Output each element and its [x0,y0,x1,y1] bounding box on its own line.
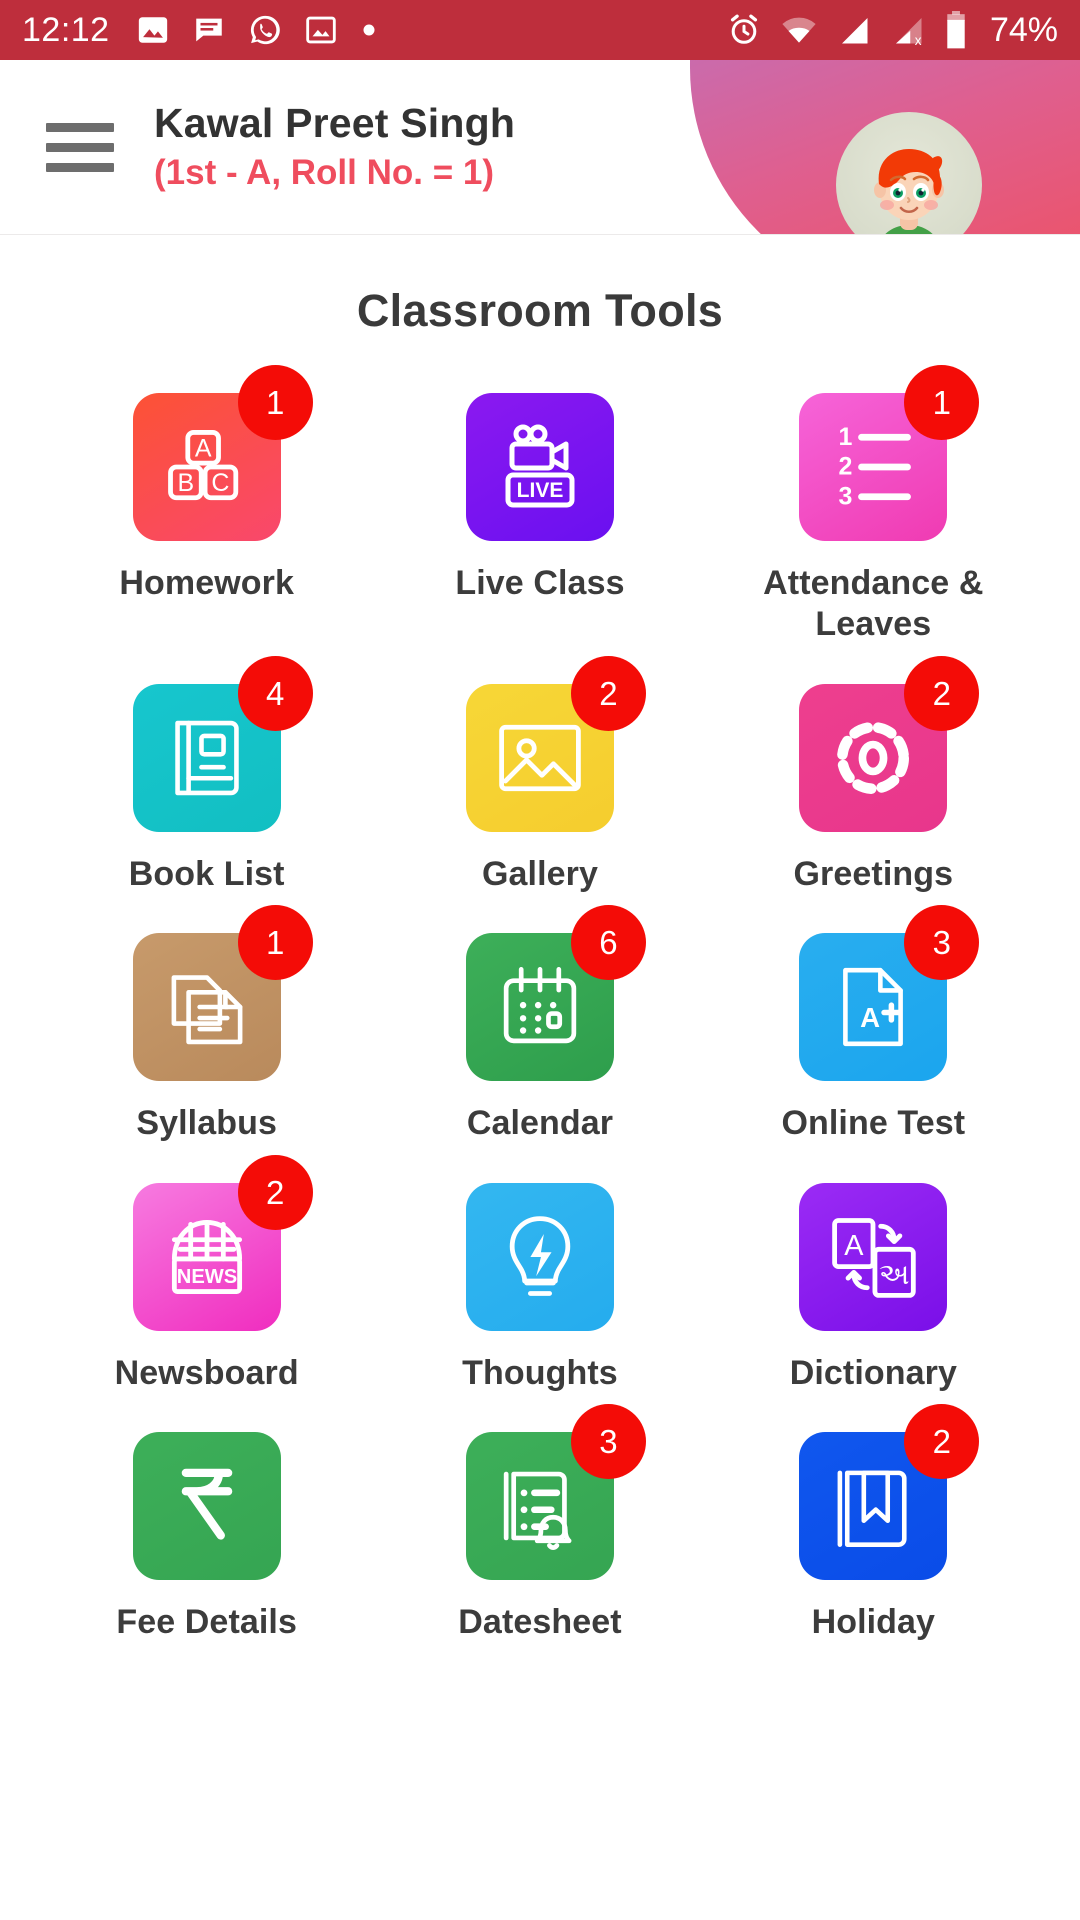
tool-label: Holiday [811,1603,936,1642]
whatsapp-icon [248,13,282,47]
notification-badge: 6 [570,905,646,981]
tool-tile-greetings[interactable]: 2 Greetings [707,655,1040,895]
wifi-icon [780,11,818,49]
notification-badge: 2 [904,1404,980,1480]
message-icon [192,13,226,47]
hamburger-line [46,122,114,132]
svg-text:2: 2 [839,453,853,481]
tool-tile-book-list[interactable]: 4 Book List [40,655,373,895]
svg-text:LIVE: LIVE [517,479,564,502]
status-bar-notification-icons [136,13,378,47]
translate-icon: A અ [799,1182,948,1331]
main-content: Classroom Tools A B C 1 Homework LIVE Live … [0,235,1080,1644]
tool-tile-dictionary[interactable]: A અ Dictionary [707,1182,1040,1394]
tool-tile-calendar[interactable]: 6 Calendar [373,905,706,1144]
notification-badge: 4 [237,655,313,731]
tool-tile-online-test[interactable]: A 3 Online Test [707,905,1040,1144]
svg-text:A: A [194,434,211,462]
page-title: Classroom Tools [356,285,724,336]
notification-badge: 3 [904,905,980,981]
tool-icon-wrapper: A 3 [799,905,980,1082]
tool-label: Homework [119,564,294,602]
svg-text:NEWS: NEWS [176,1266,236,1288]
tool-tile-fee-details[interactable]: Fee Details [40,1432,373,1643]
tool-icon-wrapper: 3 [465,1404,646,1581]
tool-label: Newsboard [114,1353,299,1392]
tool-tile-thoughts[interactable]: Thoughts [373,1182,706,1394]
tool-tile-homework[interactable]: A B C 1 Homework [40,365,373,646]
tool-label: Calendar [466,1104,614,1143]
tool-icon-wrapper [132,1432,281,1581]
tool-tile-syllabus[interactable]: 1 Syllabus [40,905,373,1144]
lightbulb-icon [465,1182,614,1331]
tool-label: Attendance & Leaves [763,564,984,644]
app-header: Kawal Preet Singh (1st - A, Roll No. = 1… [0,60,1080,235]
battery-icon [944,11,968,49]
hamburger-line [46,142,114,152]
dot-icon [360,21,378,39]
svg-text:A: A [860,1003,880,1034]
tool-label: Syllabus [136,1104,277,1143]
tool-label: Thoughts [462,1353,618,1392]
tool-tile-attendance-leaves[interactable]: 1 2 3 1 Attendance & Leaves [707,365,1040,646]
notification-badge: 2 [237,1154,313,1230]
student-class-roll: (1st - A, Roll No. = 1) [154,153,494,193]
tool-icon-wrapper: A અ [799,1182,948,1331]
tool-icon-wrapper: NEWS 2 [132,1154,313,1331]
svg-text:3: 3 [839,482,853,510]
tool-tile-holiday[interactable]: 2 Holiday [707,1404,1040,1643]
hamburger-menu-button[interactable] [46,122,114,172]
battery-percent-label: 74% [989,10,1058,49]
tool-tile-live-class[interactable]: LIVE Live Class [373,393,706,646]
tool-icon-wrapper: 2 [799,1404,980,1581]
svg-text:1: 1 [839,423,853,451]
signal-no-sim-icon: x [890,12,926,48]
status-bar-time: 12:12 [22,11,110,49]
svg-text:અ: અ [879,1259,909,1291]
tool-label: Gallery [481,854,598,893]
classroom-tools-grid: A B C 1 Homework LIVE Live Class 1 2 3 1 Att… [0,365,1080,1644]
notification-badge: 1 [237,905,313,981]
status-bar: 12:12 x 74% [0,0,1080,60]
tool-icon-wrapper [465,1182,614,1331]
notification-badge: 2 [904,655,980,731]
tool-icon-wrapper: 6 [465,905,646,1082]
tool-label: Live Class [455,564,625,602]
tool-label: Book List [128,854,285,893]
tool-tile-newsboard[interactable]: NEWS 2 Newsboard [40,1154,373,1394]
tool-label: Fee Details [116,1603,297,1642]
tool-tile-gallery[interactable]: 2 Gallery [373,655,706,895]
svg-text:A: A [845,1230,865,1262]
notification-badge: 1 [904,365,980,440]
tool-icon-wrapper: 1 [132,905,313,1082]
rupee-icon [132,1432,281,1581]
tool-label: Datesheet [458,1603,622,1642]
hamburger-line [46,162,114,172]
signal-icon [836,12,872,48]
svg-text:B: B [177,469,194,497]
alarm-icon [726,12,762,48]
tool-icon-wrapper: LIVE [465,393,614,541]
tool-icon-wrapper: 1 2 3 1 [799,365,980,541]
tool-label: Online Test [781,1104,966,1143]
status-bar-system-icons: x 74% [726,11,1058,50]
image-icon [304,13,338,47]
tool-label: Greetings [793,854,954,893]
live-video-icon: LIVE [465,393,614,541]
svg-text:C: C [211,469,229,497]
tool-icon-wrapper: 2 [799,655,980,832]
notification-badge: 1 [237,365,313,440]
tool-icon-wrapper: 2 [465,655,646,832]
notification-badge: 3 [570,1404,646,1480]
student-name: Kawal Preet Singh [154,99,516,146]
photos-icon [136,13,170,47]
tool-icon-wrapper: A B C 1 [132,365,313,541]
tool-tile-datesheet[interactable]: 3 Datesheet [373,1404,706,1643]
svg-text:x: x [915,33,922,48]
student-info: Kawal Preet Singh (1st - A, Roll No. = 1… [154,99,515,195]
tool-icon-wrapper: 4 [132,655,313,832]
tool-label: Dictionary [789,1353,957,1392]
notification-badge: 2 [570,655,646,731]
